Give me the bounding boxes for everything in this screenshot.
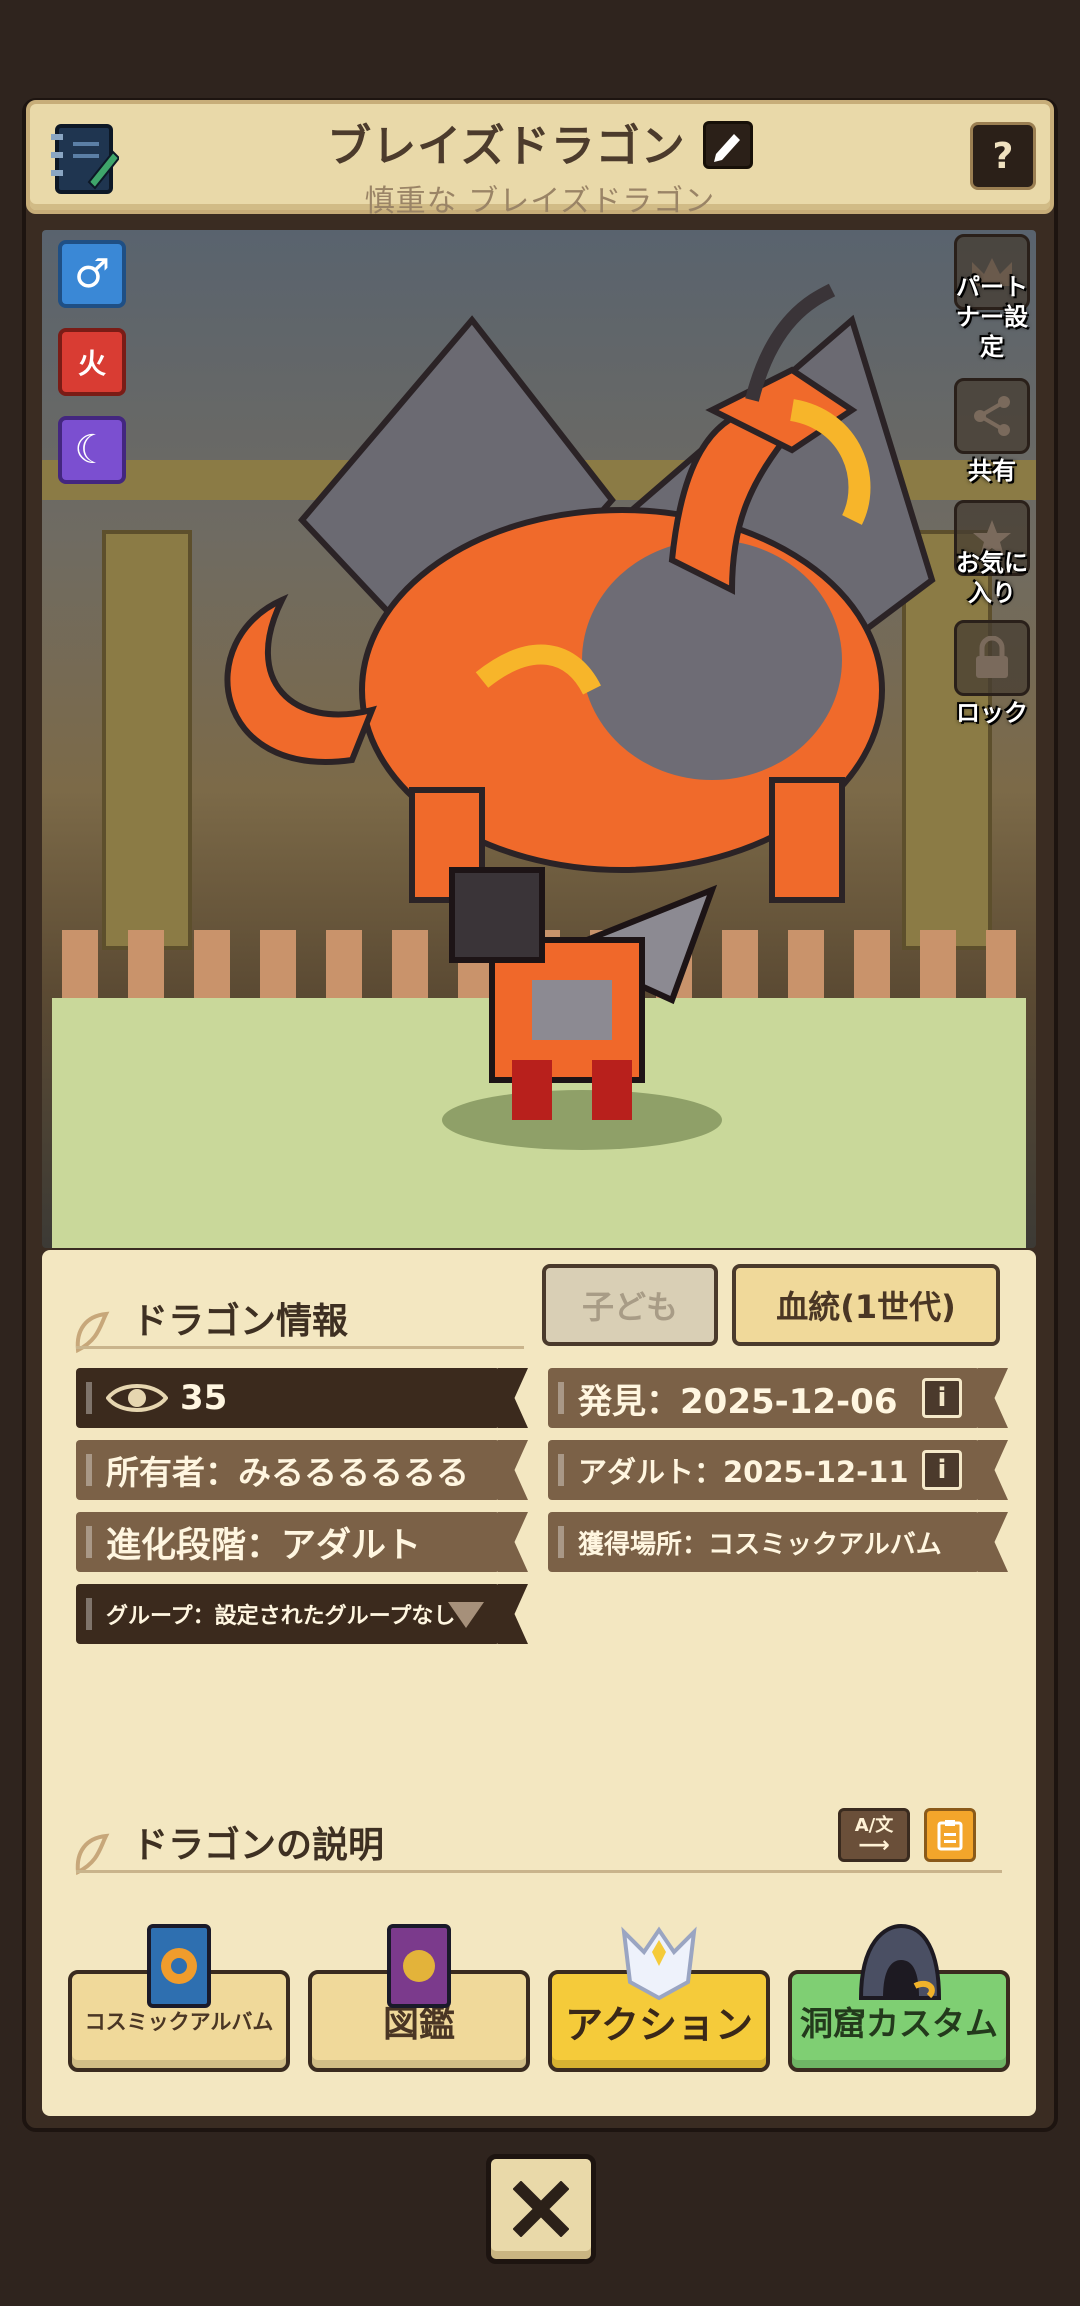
stage-text: 進化段階：アダルト xyxy=(106,1525,422,1566)
action-button[interactable]: アクション xyxy=(548,1926,770,2072)
partner-setting-button[interactable]: パート ナー設 定 xyxy=(954,234,1030,362)
ribbon-tail xyxy=(498,1512,528,1572)
tab-children[interactable]: 子ども xyxy=(542,1264,718,1346)
header-bar: ブレイズドラゴン 慎重な ブレイズドラゴン ? xyxy=(26,100,1054,219)
group-selector[interactable]: グループ：設定されたグループなし xyxy=(76,1584,528,1644)
owner-row: 所有者：みるるるるるる xyxy=(76,1440,528,1500)
ribbon-tail xyxy=(978,1440,1008,1500)
discovered-row: 発見：2025-12-06 i xyxy=(548,1368,1008,1428)
ribbon-tail xyxy=(498,1584,528,1644)
stage-row: 進化段階：アダルト xyxy=(76,1512,528,1572)
lock-icon xyxy=(954,620,1030,696)
ribbon-tail xyxy=(978,1368,1008,1428)
pixel-dragon-sprite xyxy=(442,867,722,1150)
section-divider xyxy=(76,1870,1002,1873)
copy-button[interactable] xyxy=(924,1808,976,1862)
view-count: 35 xyxy=(180,1378,228,1418)
dragon-mask-icon xyxy=(621,1926,697,2001)
adult-info-button[interactable]: i xyxy=(922,1450,962,1490)
moon-element-icon: ☾ xyxy=(58,416,126,484)
eye-icon xyxy=(106,1384,168,1412)
clipboard-icon xyxy=(937,1820,963,1851)
tab-lineage[interactable]: 血統(1世代) xyxy=(732,1264,1000,1346)
translate-button[interactable]: A/文 ⟶ xyxy=(838,1808,910,1862)
share-button[interactable]: 共有 xyxy=(954,378,1030,486)
ribbon-tail xyxy=(498,1368,528,1428)
close-icon xyxy=(513,2181,569,2237)
share-label: 共有 xyxy=(968,457,1016,485)
share-icon xyxy=(954,378,1030,454)
male-icon: ♂ xyxy=(58,240,126,308)
views-row: 35 xyxy=(76,1368,528,1428)
owner-text: 所有者：みるるるるるる xyxy=(106,1453,469,1492)
cave-custom-label: 洞窟カスタム xyxy=(800,2004,998,2043)
fire-element-icon: 火 xyxy=(58,328,126,396)
favorite-button[interactable]: お気に 入り xyxy=(954,500,1030,608)
adult-date-row: アダルト：2025-12-11 i xyxy=(548,1440,1008,1500)
adult-dragon-illustration xyxy=(224,283,936,903)
dropdown-arrow-icon xyxy=(448,1602,484,1628)
encyclopedia-button[interactable]: 図鑑 xyxy=(308,1924,530,2072)
adult-date-text: アダルト：2025-12-11 xyxy=(578,1455,909,1489)
encyclopedia-book-icon xyxy=(387,1924,451,2008)
discovered-text: 発見：2025-12-06 xyxy=(578,1381,898,1422)
dragon-name: ブレイズドラゴン xyxy=(327,121,686,172)
location-text: 獲得場所：コスミックアルバム xyxy=(578,1529,942,1560)
ribbon-tail xyxy=(978,1512,1008,1572)
dragon-scene: ♂ 火 ☾ パート ナー設 定 共有 お気に 入り ロック xyxy=(42,230,1036,1248)
location-row: 獲得場所：コスミックアルバム xyxy=(548,1512,1008,1572)
pencil-icon xyxy=(713,134,740,162)
discovered-info-button[interactable]: i xyxy=(922,1378,962,1418)
group-text: グループ：設定されたグループなし xyxy=(106,1604,456,1629)
album-book-icon xyxy=(147,1924,211,2008)
lock-button[interactable]: ロック xyxy=(954,620,1030,728)
partner-setting-label: パート ナー設 定 xyxy=(956,273,1028,361)
rename-button[interactable] xyxy=(702,121,753,169)
info-panel: 子ども 血統(1世代) ドラゴン情報 35 所有者：みるるるるるる 進化段階：ア… xyxy=(42,1250,1036,2116)
ribbon-tail xyxy=(498,1440,528,1500)
dragon-info-title: ドラゴン情報 xyxy=(132,1301,349,1342)
cave-custom-button[interactable]: 洞窟カスタム xyxy=(788,1923,1010,2072)
close-button[interactable] xyxy=(486,2154,596,2264)
help-button[interactable]: ? xyxy=(970,122,1036,190)
lock-label: ロック xyxy=(956,699,1028,727)
dragon-subtitle: 慎重な ブレイズドラゴン xyxy=(364,184,716,219)
favorite-label: お気に 入り xyxy=(956,549,1028,607)
section-divider xyxy=(76,1346,524,1349)
cosmic-album-label: コスミックアルバム xyxy=(84,2010,274,2034)
cosmic-album-button[interactable]: コスミックアルバム xyxy=(68,1924,290,2072)
cave-icon xyxy=(858,1923,942,2000)
dragon-description-title: ドラゴンの説明 xyxy=(132,1825,385,1866)
